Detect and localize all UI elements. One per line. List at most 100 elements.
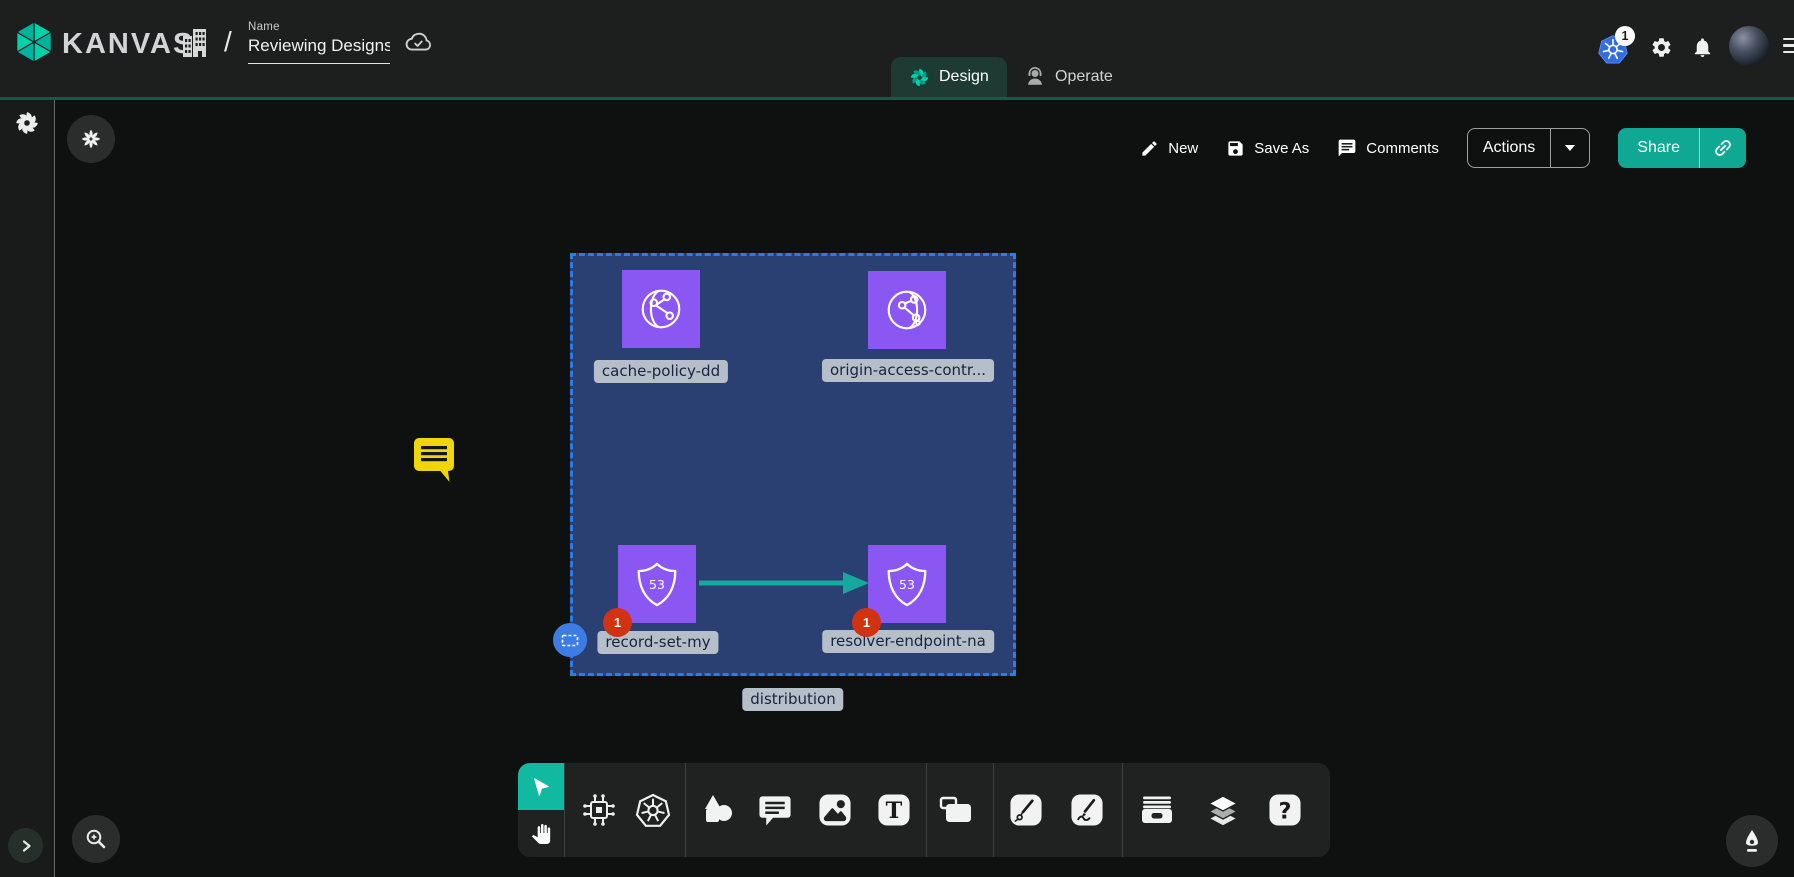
svg-text:?: ?	[1279, 798, 1292, 824]
drawer-archive-icon	[1139, 792, 1175, 828]
app-header: KANVAS / Name	[0, 0, 1794, 100]
question-mark-icon: ?	[1268, 793, 1303, 828]
tab-operate-label: Operate	[1055, 68, 1113, 86]
cloudfront-cache-policy-icon	[636, 284, 686, 334]
cluster-count-badge: 1	[1615, 26, 1635, 46]
brand-name: KANVAS	[62, 28, 194, 61]
tab-operate[interactable]: Operate	[1006, 57, 1131, 97]
text-tool[interactable]: T	[877, 793, 912, 828]
pen-tool[interactable]	[1009, 793, 1044, 828]
image-tool[interactable]	[818, 793, 853, 828]
error-badge[interactable]: 1	[603, 608, 632, 637]
text-icon: T	[877, 793, 912, 828]
layers-icon	[1205, 792, 1241, 828]
select-tool[interactable]	[518, 763, 564, 810]
cloud-saved-icon	[404, 30, 432, 54]
toolbar-divider	[993, 763, 994, 857]
save-as-button[interactable]: Save As	[1226, 139, 1309, 158]
overflow-menu-icon[interactable]	[1783, 38, 1794, 57]
route53-record-set-icon: 53	[632, 559, 682, 609]
group-label[interactable]: distribution	[742, 688, 843, 711]
pointer-icon	[530, 776, 552, 798]
link-icon[interactable]	[1700, 128, 1746, 168]
node-record-set[interactable]: 53	[618, 545, 696, 623]
left-sidebar	[0, 100, 55, 877]
settings-gear-icon[interactable]	[1650, 36, 1673, 59]
node-resolver-endpoint[interactable]: 53	[868, 545, 946, 623]
floppy-save-icon	[1226, 139, 1245, 158]
comment-tool[interactable]	[758, 793, 793, 828]
route53-resolver-endpoint-icon: 53	[882, 559, 932, 609]
shapes-tool[interactable]	[699, 792, 735, 828]
bottom-toolbar: T	[518, 763, 1330, 857]
node-label[interactable]: origin-access-contr...	[822, 359, 994, 382]
drawer-tool[interactable]	[1139, 792, 1175, 828]
pan-tool[interactable]	[518, 810, 564, 857]
actions-label: Actions	[1468, 129, 1550, 167]
user-avatar[interactable]	[1729, 26, 1769, 66]
freehand-pencil-icon	[1070, 793, 1105, 828]
comments-bubble-icon	[1337, 138, 1357, 158]
selection-handle-icon	[559, 629, 581, 651]
kanvas-hexagon-logo[interactable]	[12, 20, 56, 64]
svg-text:53: 53	[899, 577, 915, 592]
share-button[interactable]: Share	[1618, 128, 1746, 168]
help-tool[interactable]: ?	[1268, 793, 1303, 828]
tab-tool[interactable]	[938, 792, 974, 828]
component-tool[interactable]	[581, 792, 617, 828]
sidebar-expand-button[interactable]	[8, 828, 43, 863]
save-as-label: Save As	[1254, 140, 1309, 157]
share-label: Share	[1618, 128, 1699, 168]
cloudfront-origin-access-control-icon	[882, 285, 932, 335]
pen-path-icon	[1009, 793, 1044, 828]
node-label[interactable]: resolver-endpoint-na	[822, 630, 994, 653]
expand-chevron-icon	[18, 838, 34, 854]
comments-button[interactable]: Comments	[1337, 138, 1439, 158]
node-cache-policy[interactable]	[622, 270, 700, 348]
kubernetes-tool[interactable]	[635, 792, 671, 828]
pencil-icon	[1140, 139, 1159, 158]
new-label: New	[1168, 140, 1198, 157]
image-icon	[818, 793, 853, 828]
node-label[interactable]: cache-policy-dd	[594, 360, 728, 383]
canvas-action-row: New Save As Comments Actions	[1140, 127, 1746, 169]
component-chip-icon	[581, 792, 617, 828]
meshery-swirl-icon[interactable]	[14, 110, 40, 136]
comment-pin-icon[interactable]	[412, 436, 458, 484]
pen-nib-icon	[1739, 828, 1765, 854]
zoom-in-button[interactable]	[72, 815, 120, 863]
kubernetes-cluster-icon[interactable]: 1	[1597, 26, 1641, 68]
operate-person-icon	[1024, 66, 1046, 88]
svg-text:T: T	[886, 798, 903, 824]
tab-design[interactable]: Design	[891, 57, 1007, 97]
shapes-icon	[699, 792, 735, 828]
svg-text:53: 53	[649, 577, 665, 592]
node-origin-access-control[interactable]	[868, 271, 946, 349]
sketch-tool[interactable]	[1070, 793, 1105, 828]
toolbar-divider	[1122, 763, 1123, 857]
design-name-label: Name	[248, 21, 390, 33]
new-button[interactable]: New	[1140, 139, 1198, 158]
toolbar-divider	[564, 763, 565, 857]
edge-arrow[interactable]	[699, 571, 871, 595]
design-name-input[interactable]	[248, 36, 390, 64]
comments-label: Comments	[1366, 140, 1439, 157]
comment-bubble-icon	[758, 793, 793, 828]
breadcrumb-slash: /	[224, 26, 232, 58]
tab-rename-icon	[938, 792, 974, 828]
chevron-down-icon[interactable]	[1551, 129, 1589, 167]
whiteboard-pen-button[interactable]	[1726, 815, 1778, 867]
selection-handle[interactable]	[553, 623, 587, 657]
design-swirl-icon	[909, 67, 930, 88]
kanvas-app: KANVAS / Name	[0, 0, 1794, 877]
tab-design-label: Design	[939, 68, 989, 86]
canvas-menu-button[interactable]	[67, 115, 115, 163]
error-badge[interactable]: 1	[852, 608, 881, 637]
selection-marquee[interactable]: 53 53 1 1 cache-policy-dd origin-access-…	[570, 253, 1016, 676]
layers-tool[interactable]	[1205, 792, 1241, 828]
actions-dropdown-button[interactable]: Actions	[1467, 128, 1590, 168]
notifications-bell-icon[interactable]	[1691, 36, 1714, 59]
flower-menu-icon	[79, 127, 103, 151]
hand-icon	[531, 824, 551, 844]
organization-building-icon[interactable]	[183, 27, 209, 57]
